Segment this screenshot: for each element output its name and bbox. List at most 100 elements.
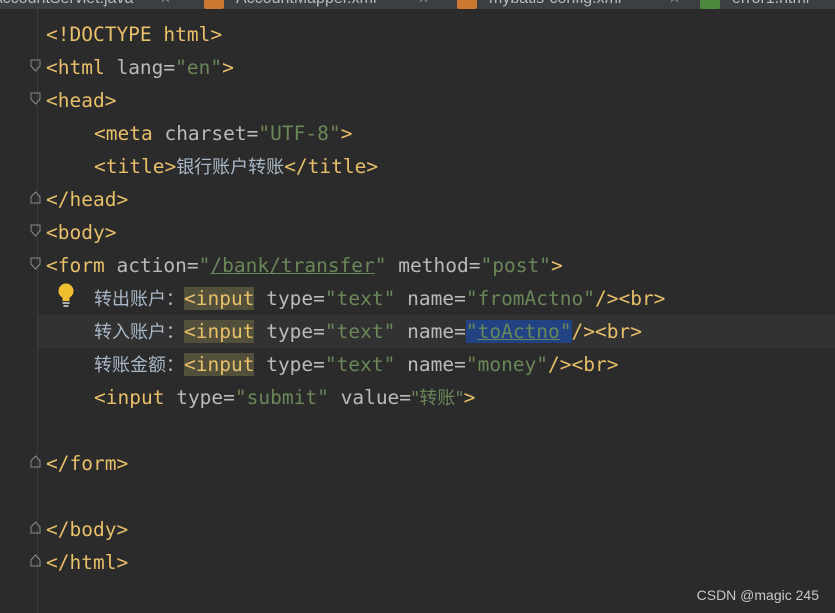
body-close-token: </body> (46, 518, 129, 541)
fold-close-icon[interactable] (30, 191, 41, 204)
name-attr-token: name (407, 353, 455, 376)
code-line-11: 转账金额：<input type="text" name="money"/><b… (46, 348, 835, 381)
tab-close-icon[interactable]: ✕ (160, 0, 171, 9)
html-close-token: </html> (46, 551, 129, 574)
money-val-token: "money" (465, 353, 549, 376)
type-text-val-token: "text" (324, 320, 396, 343)
tab-close-icon[interactable]: ✕ (669, 0, 680, 9)
self-close-br-token: /><br> (594, 287, 666, 310)
editor-tab-bar: AccountServlet.java ✕ AccountMapper.xml … (0, 0, 835, 9)
html-open-token: <html (46, 56, 105, 79)
submit-input-tag-token: <input (94, 386, 165, 409)
from-val-token: "fromActno" (465, 287, 595, 310)
type-attr-token: type (176, 386, 224, 409)
fold-open-icon[interactable] (30, 59, 41, 72)
method-val-token: "post" (480, 254, 551, 277)
gt-token: > (463, 386, 476, 409)
type-text-val-token: "text" (324, 287, 396, 310)
fold-open-icon[interactable] (30, 224, 41, 237)
fold-close-icon[interactable] (30, 521, 41, 534)
title-text-token: 银行账户转账 (176, 157, 285, 178)
tab-label: AccountMapper.xml (236, 0, 377, 9)
csdn-watermark: CSDN @magic 245 (696, 587, 819, 603)
fold-close-icon[interactable] (30, 554, 41, 567)
quote-token: " (198, 254, 211, 277)
eq-token: = (399, 386, 412, 409)
code-line-17: </html> (46, 546, 835, 579)
name-attr-token: name (407, 320, 455, 343)
input-word-token: input (195, 320, 255, 343)
code-line-14: </form> (46, 447, 835, 480)
charset-attr-token: charset (164, 122, 247, 145)
lang-attr-token: lang (116, 56, 164, 79)
input-word-token: input (195, 353, 255, 376)
form-close-token: </form> (46, 452, 129, 475)
type-text-val-token: "text" (324, 353, 396, 376)
fold-open-icon[interactable] (30, 92, 41, 105)
meta-tag-token: <meta (94, 122, 153, 145)
fold-open-icon[interactable] (30, 257, 41, 270)
form-tag-token: <form (46, 254, 105, 277)
submit-type-val-token: "submit" (234, 386, 329, 409)
title-close-token: </title> (284, 155, 379, 178)
doctype-token: <!DOCTYPE html> (46, 23, 223, 46)
eq-token: = (313, 353, 325, 376)
code-line-5: <title>银行账户转账</title> (46, 150, 835, 183)
selected-to-value: "toActno" (465, 320, 572, 343)
body-open-token: <body> (46, 221, 117, 244)
type-attr-token: type (266, 353, 314, 376)
eq-token: = (313, 287, 325, 310)
quote-token: " (465, 320, 478, 343)
lt-token: < (184, 353, 196, 376)
code-editor[interactable]: <!DOCTYPE html> <html lang="en"> <head> … (38, 18, 835, 579)
tab-close-icon[interactable]: ✕ (418, 0, 429, 9)
eq-token: = (454, 320, 466, 343)
to-val-token: toActno (477, 320, 560, 343)
eq-token: = (163, 56, 176, 79)
head-open-token: <head> (46, 89, 117, 112)
gt-token: > (550, 254, 563, 277)
fold-close-icon[interactable] (30, 455, 41, 468)
gt-token: > (340, 122, 353, 145)
lang-val-token: "en" (175, 56, 223, 79)
code-line-8: <form action="/bank/transfer" method="po… (46, 249, 835, 282)
name-attr-token: name (407, 287, 455, 310)
type-attr-token: type (266, 320, 314, 343)
input-word-token: input (195, 287, 255, 310)
charset-val-token: "UTF-8" (258, 122, 341, 145)
code-line-7: <body> (46, 216, 835, 249)
code-line-13-empty (46, 414, 835, 447)
code-line-12: <input type="submit" value="转账"> (46, 381, 835, 414)
label-money-token: 转账金额： (94, 355, 184, 376)
xml-file-icon (457, 0, 477, 9)
label-to-token: 转入账户： (94, 322, 184, 343)
tab-label: AccountServlet.java (0, 0, 133, 9)
lt-token: < (184, 320, 196, 343)
gt-token: > (222, 56, 234, 79)
quote-token: " (374, 254, 387, 277)
head-close-token: </head> (46, 188, 129, 211)
input-tag-token: <input (184, 320, 255, 343)
eq-token: = (313, 320, 325, 343)
quote-token: " (559, 320, 572, 343)
input-tag-token: <input (184, 287, 255, 310)
code-line-6: </head> (46, 183, 835, 216)
html-file-icon (700, 0, 720, 9)
code-line-15-empty (46, 480, 835, 513)
code-line-1: <!DOCTYPE html> (46, 18, 835, 51)
value-attr-token: value (340, 386, 400, 409)
tab-label: mybatis-config.xml (489, 0, 621, 9)
input-tag-token: <input (184, 353, 255, 376)
lt-token: < (184, 287, 196, 310)
eq-token: = (454, 287, 466, 310)
action-attr-token: action (116, 254, 187, 277)
code-line-9: 转出账户：<input type="text" name="fromActno"… (46, 282, 835, 315)
self-close-br-token: /><br> (548, 353, 619, 376)
type-attr-token: type (266, 287, 314, 310)
tab-label: error1.html (732, 0, 809, 9)
code-line-2: <html lang="en"> (46, 51, 835, 84)
label-from-token: 转出账户： (94, 289, 184, 310)
code-line-3: <head> (46, 84, 835, 117)
xml-file-icon (204, 0, 224, 9)
eq-token: = (454, 353, 466, 376)
